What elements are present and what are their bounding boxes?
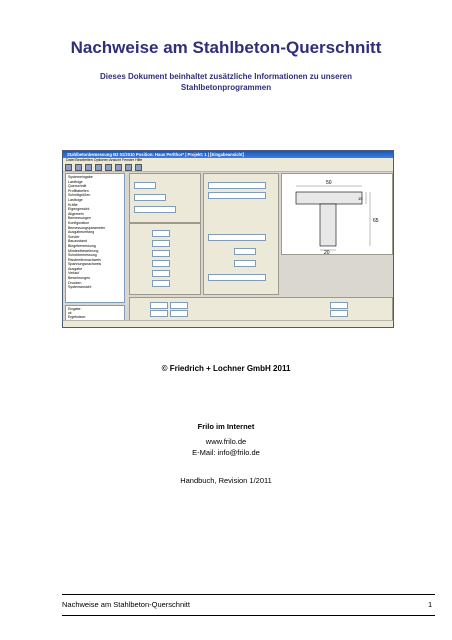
- screenshot-field: [330, 310, 348, 317]
- screenshot-field: [152, 240, 170, 247]
- screenshot-field: [330, 302, 348, 309]
- document-subtitle: Dieses Dokument beinhaltet zusätzliche I…: [60, 71, 392, 93]
- internet-heading: Frilo im Internet: [197, 422, 255, 431]
- footer-title: Nachweise am Stahlbeton-Querschnitt: [62, 600, 190, 609]
- screenshot-field: [208, 274, 266, 281]
- toolbar-help-icon: [135, 164, 142, 171]
- screenshot-field: [170, 302, 188, 309]
- subtitle-line-2: Stahlbetonprogrammen: [180, 83, 272, 92]
- screenshot-field: [134, 206, 176, 213]
- toolbar-undo-icon: [105, 164, 112, 171]
- screenshot-field: [152, 260, 170, 267]
- page-number: 1: [428, 600, 433, 609]
- screenshot-field: [234, 260, 256, 267]
- screenshot-status-bar: [63, 320, 393, 327]
- toolbar-calc-icon: [125, 164, 132, 171]
- drawing-label-width: 50: [326, 180, 332, 186]
- screenshot-material-panel: [129, 173, 201, 223]
- screenshot-field: [208, 182, 266, 189]
- screenshot-results-panel: [129, 297, 393, 321]
- screenshot-field: [234, 248, 256, 255]
- screenshot-field: [152, 280, 170, 287]
- drawing-label-web: 20: [324, 250, 330, 254]
- drawing-label-flange: 15: [358, 196, 363, 201]
- toolbar-redo-icon: [115, 164, 122, 171]
- screenshot-t-section-drawing: 50 20 15 65: [281, 173, 393, 256]
- drawing-label-height: 65: [373, 218, 379, 224]
- screenshot-section-panel: [129, 223, 201, 295]
- toolbar-save-icon: [85, 164, 92, 171]
- application-screenshot: Stahlbetonbemessung B2 01/2010 Position:…: [62, 150, 394, 328]
- screenshot-tree: Systemeingabe Lastfolge Querschnitt Profilt…: [65, 173, 125, 303]
- website-link[interactable]: www.frilo.de: [0, 437, 452, 446]
- screenshot-field: [170, 310, 188, 317]
- screenshot-field: [152, 250, 170, 257]
- screenshot-field: [150, 302, 168, 309]
- screenshot-params-panel: [203, 173, 279, 295]
- screenshot-field: [208, 192, 266, 199]
- screenshot-field: [134, 194, 166, 201]
- t-section-svg: 50 20 15 65: [295, 180, 379, 256]
- copyright-notice: © Friedrich + Lochner GmbH 2011: [161, 364, 291, 373]
- document-title: Nachweise am Stahlbeton-Querschnitt: [70, 38, 382, 57]
- screenshot-toolbar: [63, 163, 393, 172]
- screenshot-field: [134, 182, 156, 189]
- screenshot-field: [152, 230, 170, 237]
- screenshot-window-title: Stahlbetonbemessung B2 01/2010 Position:…: [63, 151, 393, 158]
- tree-item: Systemansicht: [68, 285, 92, 290]
- screenshot-field: [150, 310, 168, 317]
- toolbar-new-icon: [65, 164, 72, 171]
- footer-bottom-rule: [62, 615, 435, 616]
- screenshot-field: [208, 234, 266, 241]
- toolbar-print-icon: [95, 164, 102, 171]
- footer-top-rule: [62, 594, 435, 595]
- screenshot-field: [152, 270, 170, 277]
- subtitle-line-1: Dieses Dokument beinhaltet zusätzliche I…: [99, 72, 353, 81]
- email-link[interactable]: E-Mail: info@frilo.de: [0, 448, 452, 457]
- revision-text: Handbuch, Revision 1/2011: [180, 476, 272, 485]
- toolbar-open-icon: [75, 164, 82, 171]
